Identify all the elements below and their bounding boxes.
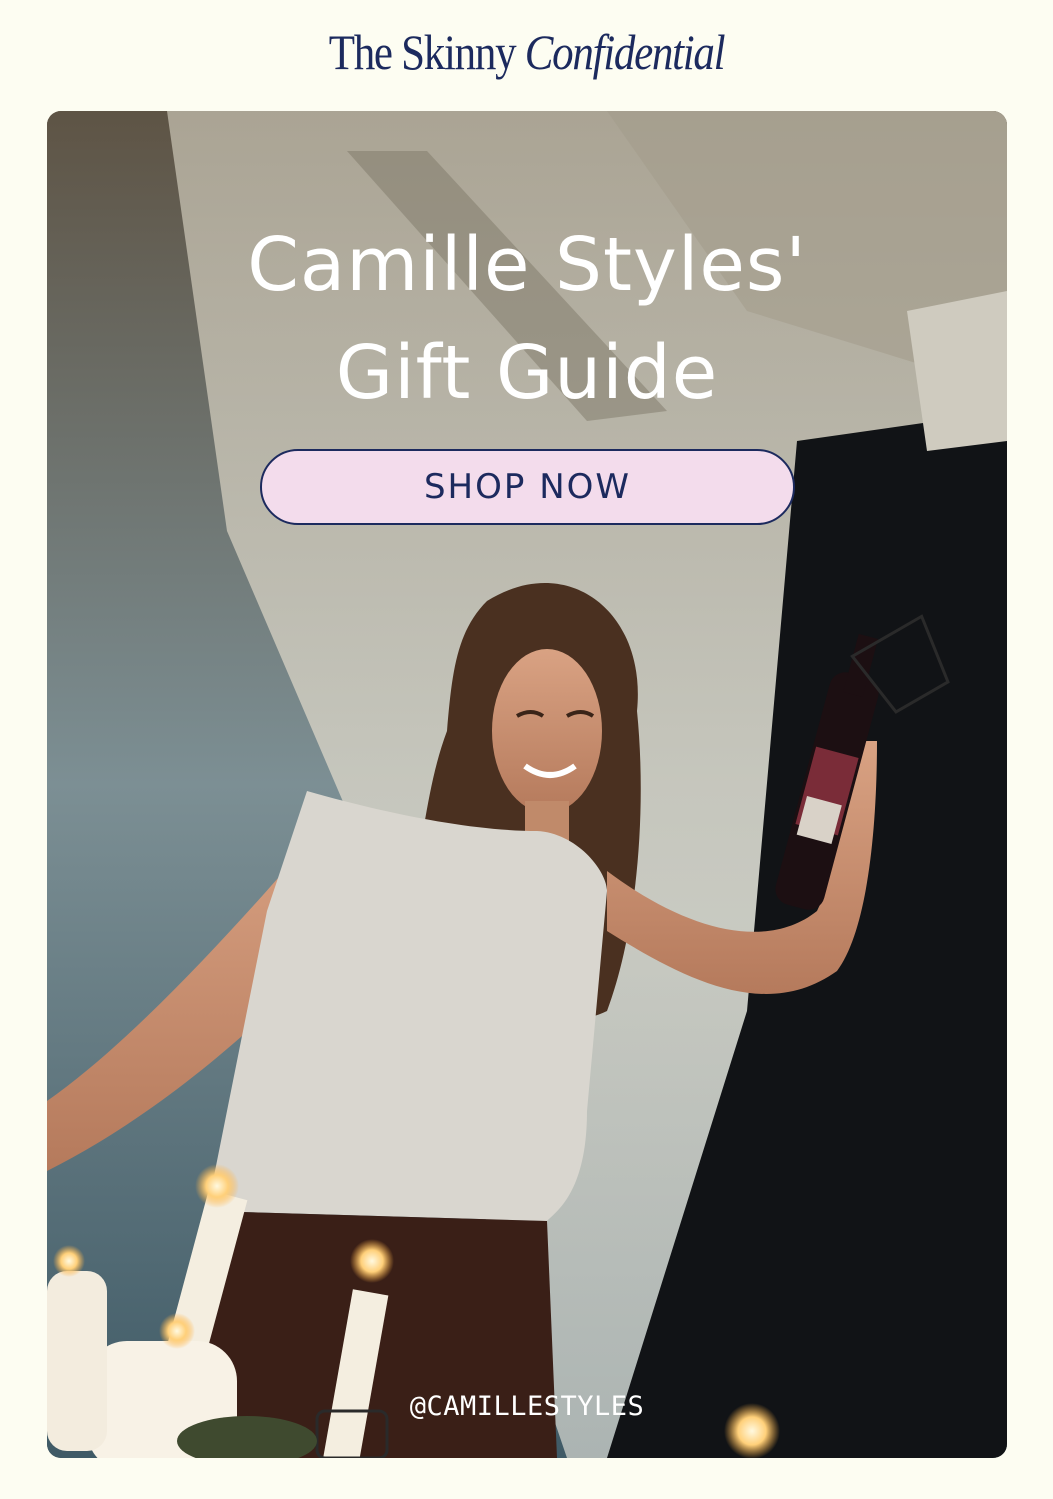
logo-text: The Skinny	[328, 24, 525, 80]
photo-credit: @CAMILLESTYLES	[409, 1391, 645, 1422]
headline-line-1: Camille Styles'	[247, 222, 807, 308]
hero-banner[interactable]: Camille Styles' Gift Guide SHOP NOW @CAM…	[47, 111, 1007, 1458]
hero-headline: Camille Styles' Gift Guide	[47, 211, 1007, 427]
logo-text-italic: Confidential	[524, 24, 726, 80]
shop-now-button[interactable]: SHOP NOW	[260, 449, 795, 525]
headline-line-2: Gift Guide	[335, 330, 719, 416]
site-logo[interactable]: The Skinny Confidential	[74, 22, 980, 82]
